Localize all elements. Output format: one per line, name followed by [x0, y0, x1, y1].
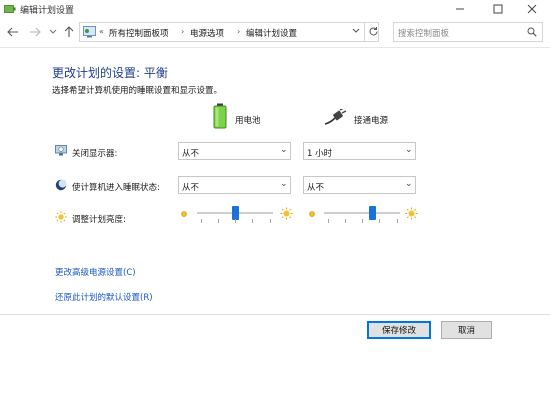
display-off-plugged-value: 1 小时: [307, 149, 333, 159]
breadcrumb-item-power-options[interactable]: 电源选项: [190, 27, 224, 39]
brightness-high-icon: [405, 207, 418, 220]
address-dropdown-icon[interactable]: [352, 28, 360, 34]
chevron-down-icon: ⌄: [405, 179, 413, 189]
brightness-battery-slider[interactable]: [197, 205, 273, 227]
close-icon: [527, 4, 537, 14]
slider-tick: [252, 219, 253, 223]
slider-tick: [218, 219, 219, 223]
display-off-battery-value: 从不: [182, 149, 200, 159]
forward-button[interactable]: [28, 24, 42, 40]
cancel-button[interactable]: 取消: [441, 321, 492, 339]
advanced-power-settings-link[interactable]: 更改高级电源设置(C): [55, 266, 136, 278]
breadcrumb-item-edit-plan[interactable]: 编辑计划设置: [246, 27, 297, 39]
slider-ticks: [197, 219, 273, 223]
brightness-high-icon: [280, 207, 293, 220]
search-input[interactable]: 搜索控制面板: [398, 27, 449, 39]
back-arrow-icon: [7, 27, 18, 37]
sleep-label: 使计算机进入睡眠状态:: [72, 183, 160, 193]
slider-tick: [362, 219, 363, 223]
chevron-down-icon: ⌄: [280, 179, 288, 189]
slider-tick: [397, 219, 398, 223]
close-button[interactable]: [514, 0, 550, 18]
save-button[interactable]: 保存修改: [367, 321, 431, 339]
control-panel-icon: [83, 26, 96, 38]
column-header-battery: 用电池: [235, 116, 261, 126]
brightness-icon: [55, 211, 67, 223]
slider-ticks: [324, 219, 400, 223]
footer-divider: [0, 314, 550, 315]
slider-thumb[interactable]: [369, 206, 376, 220]
chevron-down-icon: ⌄: [405, 145, 413, 155]
breadcrumb-item-all-items[interactable]: 所有控制面板项: [109, 27, 169, 39]
chevron-down-icon: [49, 29, 57, 34]
slider-tick: [235, 219, 236, 223]
recent-locations-button[interactable]: [46, 24, 60, 40]
restore-defaults-link[interactable]: 还原此计划的默认设置(R): [55, 291, 153, 303]
maximize-icon: [493, 4, 503, 14]
back-button[interactable]: [6, 24, 20, 40]
power-options-icon: [4, 5, 16, 13]
slider-track: [324, 212, 400, 214]
up-arrow-icon: [64, 26, 74, 37]
brightness-plugged-slider[interactable]: [324, 205, 400, 227]
brightness-label: 调整计划亮度:: [72, 215, 126, 225]
minimize-button[interactable]: [442, 0, 478, 18]
window-title: 编辑计划设置: [20, 6, 75, 16]
column-header-plugged-in: 接通电源: [354, 116, 389, 126]
up-button[interactable]: [62, 24, 76, 40]
forward-arrow-icon: [30, 27, 41, 37]
sleep-battery-value: 从不: [182, 183, 200, 193]
power-plug-icon: [324, 109, 347, 125]
minimize-icon: [456, 8, 464, 10]
brightness-low-icon: [181, 211, 187, 217]
slider-tick: [379, 219, 380, 223]
breadcrumb-separator-icon: ›: [181, 27, 185, 36]
slider-tick: [270, 219, 271, 223]
page-description: 选择希望计算机使用的睡眠设置和显示设置。: [52, 86, 223, 96]
toolbar-divider: [0, 47, 550, 48]
breadcrumb-separator-icon: ›: [237, 27, 241, 36]
slider-tick: [201, 219, 202, 223]
breadcrumb-overflow[interactable]: «: [99, 27, 104, 36]
maximize-button[interactable]: [480, 0, 516, 18]
sleep-icon: [55, 179, 67, 191]
search-icon[interactable]: [527, 27, 537, 37]
display-off-label: 关闭显示器:: [72, 149, 118, 159]
brightness-low-icon: [309, 211, 315, 217]
refresh-button[interactable]: [364, 22, 380, 42]
display-icon: [55, 145, 67, 156]
refresh-icon: [369, 27, 378, 36]
battery-icon: [213, 103, 227, 129]
page-title: 更改计划的设置: 平衡: [52, 66, 168, 80]
chevron-down-icon: ⌄: [280, 145, 288, 155]
sleep-plugged-value: 从不: [307, 183, 325, 193]
slider-tick: [345, 219, 346, 223]
slider-tick: [328, 219, 329, 223]
slider-thumb[interactable]: [232, 206, 239, 220]
